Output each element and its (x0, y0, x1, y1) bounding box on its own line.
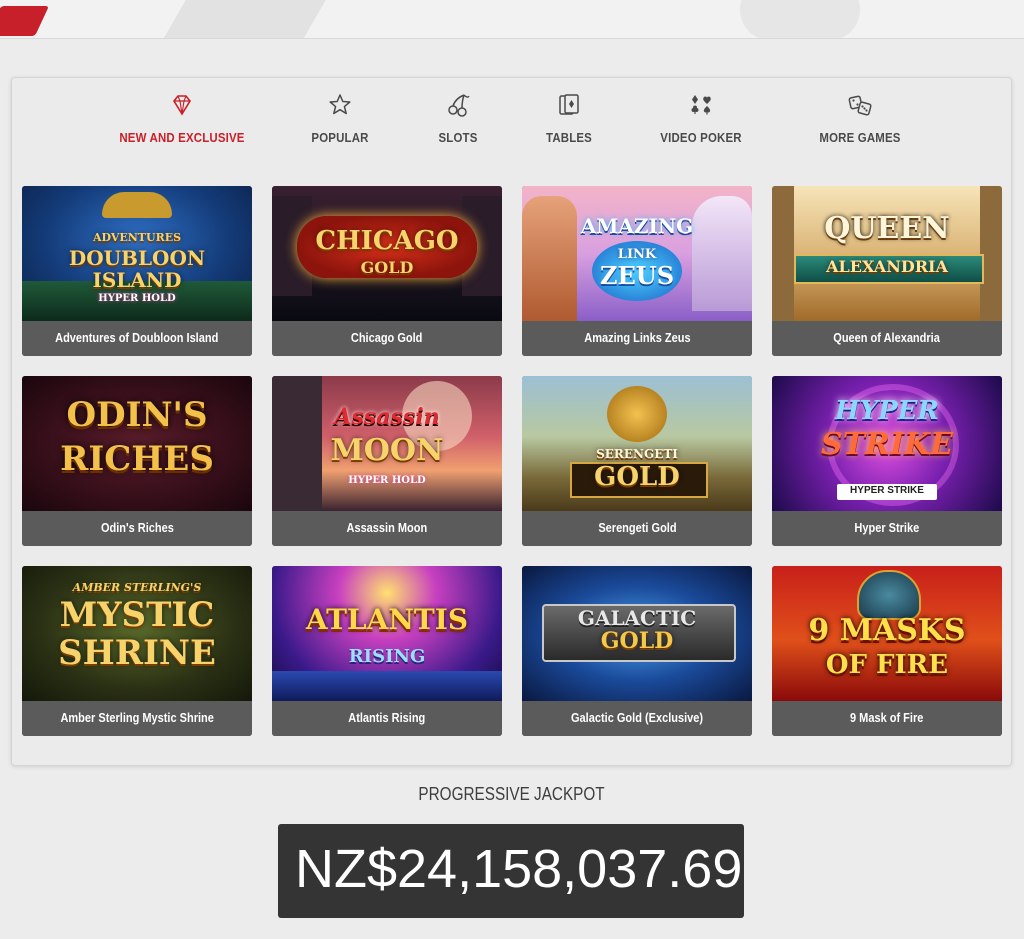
game-logo-line: OF FIRE (825, 650, 949, 680)
tab-label: NEW AND EXCLUSIVE (119, 130, 245, 145)
tab-label: TABLES (546, 130, 592, 145)
column-art (772, 186, 794, 321)
game-logo-line: ZEUS (599, 261, 675, 290)
tab-label: MORE GAMES (819, 130, 901, 145)
game-logo-line: SERENGETI (596, 447, 678, 461)
game-card-odins-riches[interactable]: ODIN'S RICHES Odin's Riches (22, 376, 252, 546)
game-logo-line: GOLD (600, 628, 674, 654)
game-logo-line: GOLD (594, 462, 680, 492)
jackpot-display: NZ$24,158,037.69 (278, 824, 744, 918)
game-logo-line: Assassin (334, 404, 440, 430)
game-title[interactable]: Serengeti Gold (522, 511, 752, 546)
game-title[interactable]: Amazing Links Zeus (522, 321, 752, 356)
game-logo-line: LINK (617, 247, 657, 262)
tab-video-poker[interactable]: VIDEO POKER (626, 92, 776, 152)
game-card-atlantis-rising[interactable]: ATLANTIS RISING Atlantis Rising (272, 566, 502, 736)
game-card-amazing-links-zeus[interactable]: AMAZING LINK ZEUS Amazing Links Zeus (522, 186, 752, 356)
game-logo-line: STRIKE (821, 427, 953, 462)
game-logo-line: ODIN'S (66, 395, 208, 435)
top-header-strip (0, 0, 1024, 39)
header-decoration (740, 0, 860, 38)
game-thumbnail[interactable]: QUEEN ALEXANDRIA (772, 186, 1002, 321)
game-title[interactable]: Odin's Riches (22, 511, 252, 546)
game-thumbnail[interactable]: ODIN'S RICHES (22, 376, 252, 511)
game-thumbnail[interactable]: ADVENTURES DOUBLOON ISLAND HYPER HOLD (22, 186, 252, 321)
game-title[interactable]: Queen of Alexandria (772, 321, 1002, 356)
tab-tables[interactable]: TABLES (494, 92, 644, 152)
game-title[interactable]: Hyper Strike (772, 511, 1002, 546)
game-thumbnail[interactable]: ATLANTIS RISING (272, 566, 502, 701)
game-card-9-mask-of-fire[interactable]: 9 MASKS OF FIRE 9 Mask of Fire (772, 566, 1002, 736)
games-panel: NEW AND EXCLUSIVE POPULAR SLOTS TABLES V… (11, 77, 1012, 766)
game-logo-line: AMAZING (580, 214, 694, 238)
game-logo-line: SHRINE (58, 633, 216, 673)
game-logo-line: HYPER HOLD (348, 475, 426, 486)
game-logo-line: ATLANTIS (305, 603, 469, 636)
game-logo-line: DOUBLOON (68, 246, 206, 270)
game-logo-line: AMBER STERLING'S (72, 581, 202, 594)
game-title[interactable]: Assassin Moon (272, 511, 502, 546)
game-thumbnail[interactable]: HYPER STRIKE HYPER STRIKE (772, 376, 1002, 511)
game-logo-line: CHICAGO (315, 226, 459, 256)
game-thumbnail[interactable]: GALACTIC GOLD (522, 566, 752, 701)
game-logo-line: 9 MASKS (808, 613, 966, 648)
game-logo-line: HYPER (834, 396, 940, 426)
game-logo-line: GOLD (360, 258, 414, 277)
tab-more-games[interactable]: MORE GAMES (785, 92, 935, 152)
game-card-queen-of-alexandria[interactable]: QUEEN ALEXANDRIA Queen of Alexandria (772, 186, 1002, 356)
game-logo-line: RISING (348, 646, 426, 667)
game-title[interactable]: Atlantis Rising (272, 701, 502, 736)
game-thumbnail[interactable]: AMBER STERLING'S MYSTIC SHRINE (22, 566, 252, 701)
game-card-chicago-gold[interactable]: CHICAGO GOLD Chicago Gold (272, 186, 502, 356)
jackpot-amount: NZ$24,158,037.69 (295, 839, 743, 899)
star-icon (329, 94, 351, 115)
game-card-adventures-of-doubloon-island[interactable]: ADVENTURES DOUBLOON ISLAND HYPER HOLD Ad… (22, 186, 252, 356)
game-title[interactable]: 9 Mask of Fire (772, 701, 1002, 736)
tab-label: VIDEO POKER (660, 130, 742, 145)
game-title[interactable]: Galactic Gold (Exclusive) (522, 701, 752, 736)
game-thumbnail[interactable]: CHICAGO GOLD (272, 186, 502, 321)
game-logo-line: ISLAND (92, 268, 182, 292)
cherries-icon (448, 94, 470, 117)
header-decoration (162, 0, 338, 38)
dice-icon (848, 95, 872, 116)
game-thumbnail[interactable]: AMAZING LINK ZEUS (522, 186, 752, 321)
art-decoration (272, 671, 502, 701)
game-logo-line: GALACTIC (577, 606, 697, 630)
game-card-galactic-gold[interactable]: GALACTIC GOLD Galactic Gold (Exclusive) (522, 566, 752, 736)
game-title[interactable]: Amber Sterling Mystic Shrine (22, 701, 252, 736)
game-title[interactable]: Adventures of Doubloon Island (22, 321, 252, 356)
game-card-amber-sterling-mystic-shrine[interactable]: AMBER STERLING'S MYSTIC SHRINE Amber Ste… (22, 566, 252, 736)
game-logo-line: QUEEN (824, 211, 950, 246)
jackpot-heading: PROGRESSIVE JACKPOT (418, 784, 606, 804)
category-tabs: NEW AND EXCLUSIVE POPULAR SLOTS TABLES V… (12, 78, 1011, 168)
game-logo-line: HYPER HOLD (98, 293, 176, 304)
pirate-hat-art (102, 192, 172, 218)
game-thumbnail[interactable]: SERENGETI GOLD (522, 376, 752, 511)
game-card-hyper-strike[interactable]: HYPER STRIKE HYPER STRIKE Hyper Strike (772, 376, 1002, 546)
playing-cards-icon (559, 94, 579, 115)
game-title[interactable]: Chicago Gold (272, 321, 502, 356)
card-suits-icon (691, 95, 711, 115)
game-logo-line: ALEXANDRIA (826, 257, 948, 276)
game-card-serengeti-gold[interactable]: SERENGETI GOLD Serengeti Gold (522, 376, 752, 546)
tab-new-and-exclusive[interactable]: NEW AND EXCLUSIVE (107, 92, 257, 152)
game-logo-line: ADVENTURES (92, 231, 182, 244)
game-logo-line: RICHES (60, 439, 214, 479)
game-card-assassin-moon[interactable]: Assassin MOON HYPER HOLD Assassin Moon (272, 376, 502, 546)
game-logo-line: MOON (330, 433, 444, 468)
lion-art (607, 386, 667, 442)
game-thumbnail[interactable]: 9 MASKS OF FIRE (772, 566, 1002, 701)
game-thumbnail[interactable]: Assassin MOON HYPER HOLD (272, 376, 502, 511)
diamond-icon (173, 95, 191, 116)
game-logo-line: MYSTIC (59, 595, 215, 635)
game-logo-line: HYPER STRIKE (850, 485, 924, 496)
brand-logo[interactable] (0, 6, 49, 36)
